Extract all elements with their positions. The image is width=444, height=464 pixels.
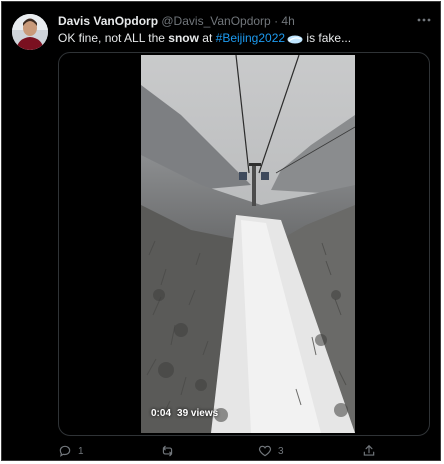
video-info: 0:04 39 views <box>151 408 218 419</box>
tweet-text-middle: at <box>198 31 216 45</box>
video-frame[interactable]: 0:04 39 views <box>141 55 355 433</box>
display-name[interactable]: Davis VanOpdorp <box>58 14 158 28</box>
olympic-hashflag-icon <box>287 32 303 48</box>
timestamp[interactable]: 4h <box>281 14 294 28</box>
share-button[interactable] <box>362 442 382 460</box>
video-player[interactable]: 0:04 39 views <box>58 52 430 436</box>
retweet-button[interactable] <box>160 442 181 460</box>
tweet-header: Davis VanOpdorp @Davis_VanOpdorp · 4h <box>58 14 404 29</box>
tweet-text-suffix: is fake... <box>303 31 352 45</box>
hashtag-link[interactable]: #Beijing2022 <box>216 31 285 45</box>
tweet-card[interactable]: Davis VanOpdorp @Davis_VanOpdorp · 4h OK… <box>1 1 441 461</box>
tweet-text-bold: snow <box>168 31 199 45</box>
video-views: 39 views <box>177 408 219 419</box>
reply-button[interactable]: 1 <box>58 442 84 460</box>
tweet-text: OK fine, not ALL the snow at #Beijing202… <box>58 30 428 48</box>
like-button[interactable]: 3 <box>258 442 284 460</box>
video-duration: 0:04 <box>151 408 172 419</box>
action-bar: 1 3 <box>58 442 428 460</box>
avatar[interactable] <box>12 14 48 50</box>
like-count: 3 <box>278 445 284 457</box>
reply-count: 1 <box>78 445 84 457</box>
share-icon <box>363 444 375 456</box>
tweet-text-prefix: OK fine, not ALL the <box>58 31 169 45</box>
handle[interactable]: @Davis_VanOpdorp <box>161 14 270 28</box>
retweet-icon <box>162 445 173 457</box>
separator-dot: · <box>274 14 279 28</box>
heart-icon <box>258 445 272 457</box>
more-horizontal-icon[interactable] <box>416 12 432 31</box>
reply-icon <box>59 445 71 457</box>
